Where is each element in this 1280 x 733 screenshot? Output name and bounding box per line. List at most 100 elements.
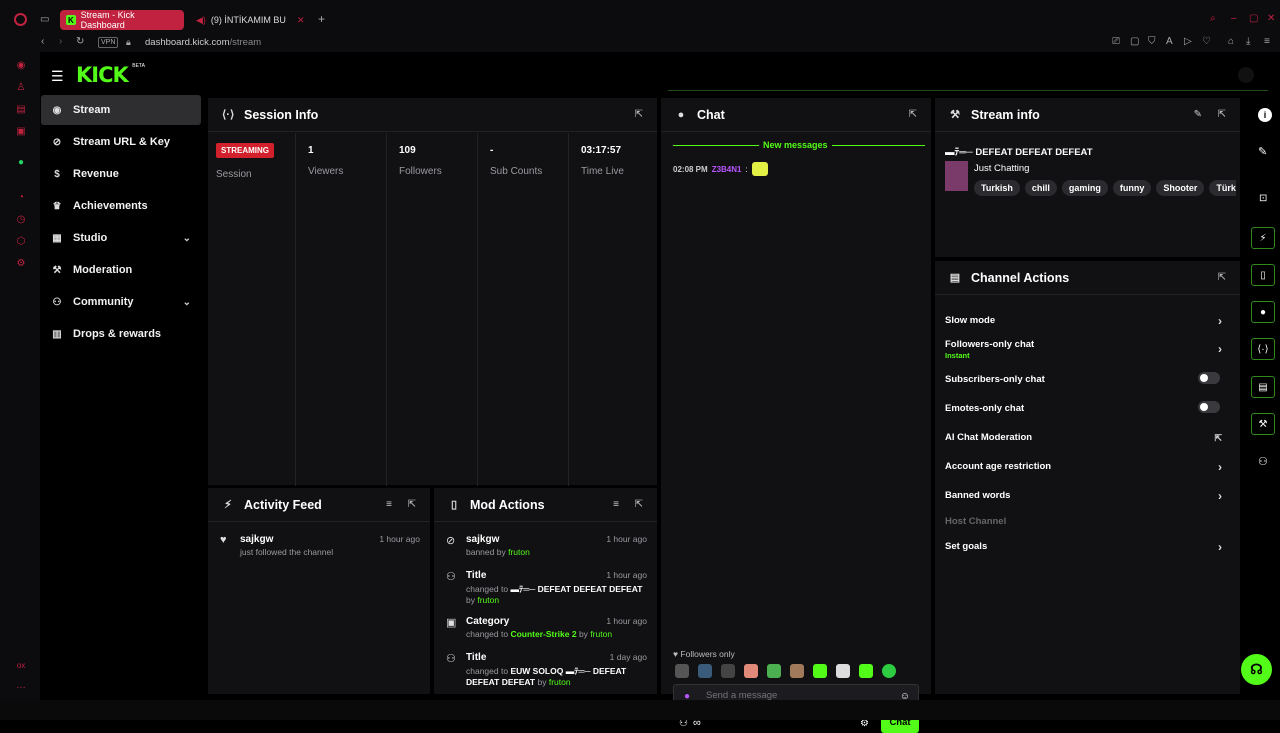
user-avatar[interactable]: [1238, 67, 1254, 83]
translate-icon[interactable]: A: [1166, 36, 1173, 48]
rail-chat-button[interactable]: ●: [1251, 301, 1275, 323]
tag-item[interactable]: funny: [1112, 180, 1152, 196]
heart-icon[interactable]: ♡: [1202, 36, 1211, 48]
mod-user-link[interactable]: fruton: [549, 677, 571, 687]
sidebar-item-revenue[interactable]: $ Revenue: [41, 159, 201, 189]
emote-icon[interactable]: [675, 664, 689, 678]
tag-item[interactable]: Turkish: [974, 180, 1020, 196]
slow-mode-row[interactable]: Slow mode ›: [945, 314, 1230, 328]
hamburger-icon[interactable]: ☰: [51, 68, 64, 85]
rail-bolt-button[interactable]: ⚡︎: [1251, 227, 1275, 249]
sidebar-item-studio[interactable]: ▦ Studio ⌄: [41, 223, 201, 253]
history-icon[interactable]: ◔: [15, 192, 27, 204]
capture-icon[interactable]: ⊡: [1259, 193, 1267, 204]
info-icon[interactable]: i: [1258, 108, 1272, 122]
tag-item[interactable]: chill: [1024, 180, 1057, 196]
popout-icon[interactable]: ⇱: [408, 499, 416, 510]
chevron-down-icon[interactable]: ⌄: [183, 297, 191, 308]
filter-icon[interactable]: ≡: [613, 499, 619, 510]
pin-icon[interactable]: ▢: [1130, 36, 1139, 48]
emote-icon[interactable]: [744, 664, 758, 678]
banned-words-row[interactable]: Banned words ›: [945, 489, 1230, 503]
rail-clipboard-button[interactable]: ▯: [1251, 264, 1275, 286]
new-tab-button[interactable]: +: [318, 13, 325, 25]
edit-icon[interactable]: ✎: [1194, 109, 1202, 120]
emote-icon[interactable]: [836, 664, 850, 678]
send-icon[interactable]: ▷: [1184, 36, 1192, 48]
popout-icon[interactable]: ⇱: [635, 109, 643, 120]
emote-icon[interactable]: [767, 664, 781, 678]
set-goals-row[interactable]: Set goals ›: [945, 540, 1230, 554]
wallet-icon[interactable]: ⌂: [1228, 36, 1234, 48]
popout-icon[interactable]: ⇱: [635, 499, 643, 510]
tab-youtube[interactable]: ◀) (9) İNTİKAMIM BU ✕: [190, 10, 315, 30]
filter-icon[interactable]: ≡: [386, 499, 392, 510]
support-button[interactable]: ☊: [1241, 654, 1272, 685]
menu-icon[interactable]: ≡: [1264, 36, 1270, 48]
settings-icon[interactable]: ⚙: [15, 258, 27, 270]
account-age-row[interactable]: Account age restriction ›: [945, 460, 1230, 474]
shield-icon[interactable]: ⛉: [1148, 36, 1156, 48]
subscribers-only-toggle[interactable]: [1198, 372, 1220, 384]
opera-logo-icon[interactable]: [14, 13, 27, 26]
sidebar-item-drops-rewards[interactable]: ▥ Drops & rewards: [41, 319, 201, 349]
emote-icon[interactable]: [751, 162, 768, 176]
tag-item[interactable]: Türkçe: [1209, 180, 1236, 196]
rail-users-icon[interactable]: ⚇: [1258, 455, 1268, 468]
sidebar-item-community[interactable]: ⚇ Community ⌄: [41, 287, 201, 317]
clock-icon[interactable]: ◷: [15, 214, 27, 226]
emote-icon[interactable]: [859, 664, 873, 678]
reload-icon[interactable]: ↻: [76, 36, 84, 48]
whatsapp-icon[interactable]: ●: [15, 157, 27, 169]
tab-stream-dashboard[interactable]: K Stream - Kick Dashboard: [60, 10, 184, 30]
player-icon[interactable]: ▤: [15, 104, 27, 116]
rail-wrench-button[interactable]: ⚒: [1251, 413, 1275, 435]
popout-icon[interactable]: ⇱: [1218, 109, 1226, 120]
desc-value[interactable]: Counter-Strike 2: [510, 629, 576, 639]
message-user[interactable]: Z3B4N1: [712, 165, 742, 174]
close-window-icon[interactable]: ✕: [1267, 13, 1275, 25]
minimize-icon[interactable]: –: [1231, 13, 1237, 25]
edit-rail-icon[interactable]: ✎: [1258, 145, 1267, 158]
vpn-badge[interactable]: VPN: [98, 37, 119, 48]
popout-icon[interactable]: ⇱: [909, 109, 917, 120]
emote-icon[interactable]: [698, 664, 712, 678]
sidebar-item-stream-url-key[interactable]: ⊘ Stream URL & Key: [41, 127, 201, 157]
snapshot-icon[interactable]: ⎚: [1112, 36, 1120, 48]
stream-category[interactable]: Just Chatting: [974, 163, 1029, 174]
twitch-icon[interactable]: ▣: [15, 126, 27, 138]
close-tab-icon[interactable]: ✕: [297, 15, 305, 26]
ai-moderation-row[interactable]: AI Chat Moderation ⇱: [945, 432, 1230, 443]
ox-icon[interactable]: ox: [15, 660, 27, 672]
emote-icon[interactable]: [882, 664, 896, 678]
popout-icon[interactable]: ⇱: [1218, 272, 1226, 283]
kick-logo[interactable]: KICK BETA: [76, 63, 145, 87]
search-tabs-icon[interactable]: ⌕: [1210, 13, 1216, 25]
emotes-only-toggle[interactable]: [1198, 401, 1220, 413]
back-icon[interactable]: ‹: [41, 36, 44, 48]
rail-broadcast-button[interactable]: ⟨·⟩: [1251, 338, 1275, 360]
extensions-icon[interactable]: ⬡: [15, 236, 27, 248]
emote-icon[interactable]: [813, 664, 827, 678]
rail-sliders-button[interactable]: ▤: [1251, 376, 1275, 398]
mod-user-link[interactable]: fruton: [508, 547, 530, 557]
aria-icon[interactable]: ◉: [15, 60, 27, 72]
chevron-down-icon[interactable]: ⌄: [183, 233, 191, 244]
sidebar-item-moderation[interactable]: ⚒ Moderation: [41, 255, 201, 285]
mod-user-link[interactable]: fruton: [590, 629, 612, 639]
url-text[interactable]: dashboard.kick.com/stream: [145, 37, 261, 48]
mod-user-link[interactable]: fruton: [477, 595, 499, 605]
tab-overview-icon[interactable]: ▭: [40, 14, 49, 26]
forward-icon[interactable]: ›: [59, 36, 62, 48]
sidebar-item-achievements[interactable]: ♛ Achievements: [41, 191, 201, 221]
emote-icon[interactable]: [790, 664, 804, 678]
maximize-icon[interactable]: ▢: [1249, 13, 1258, 25]
followers-only-row[interactable]: Followers-only chat Instant ›: [945, 339, 1230, 360]
tag-item[interactable]: Shooter: [1156, 180, 1205, 196]
crypto-icon[interactable]: ♙: [15, 82, 27, 94]
tag-item[interactable]: gaming: [1061, 180, 1108, 196]
emote-icon[interactable]: [721, 664, 735, 678]
more-icon[interactable]: …: [15, 680, 27, 692]
sidebar-item-stream[interactable]: ◉ Stream: [41, 95, 201, 125]
download-icon[interactable]: ⤓: [1246, 36, 1250, 48]
